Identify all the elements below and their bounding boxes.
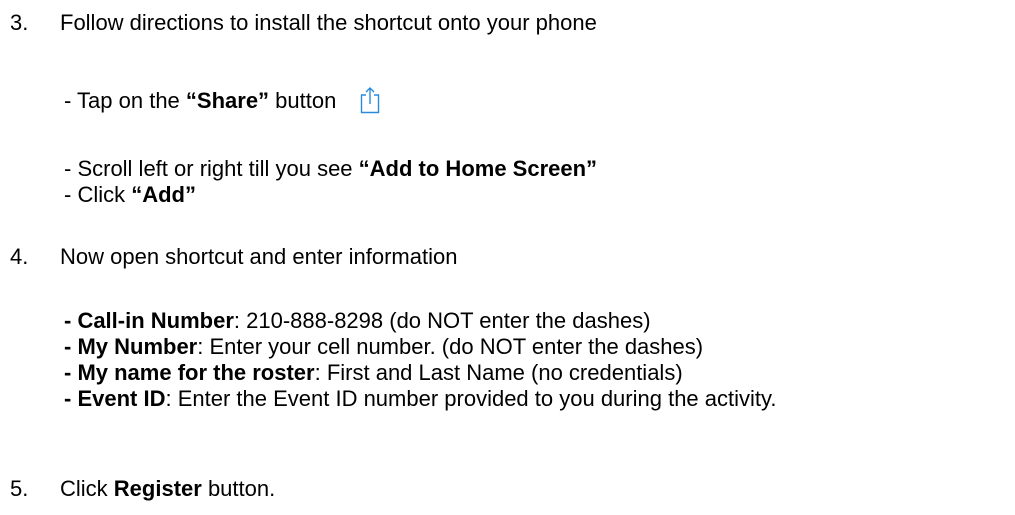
field-label: - Event ID [64, 386, 166, 411]
field-value: : 210-888-8298 (do NOT enter the dashes) [233, 308, 651, 333]
step-5-prefix: Click [60, 476, 114, 501]
click-add-prefix: - Click [64, 182, 132, 207]
step-3-number: 3. [10, 10, 29, 35]
share-instruction-suffix: button [269, 88, 337, 113]
share-icon [360, 86, 380, 114]
scroll-instruction-prefix: - Scroll left or right till you see [64, 156, 359, 181]
step-5-suffix: button. [201, 476, 276, 501]
register-label: Register [113, 476, 202, 501]
share-label: “Share” [185, 88, 270, 113]
field-value: : First and Last Name (no credentials) [314, 360, 683, 385]
step-4-text: Now open shortcut and enter information [60, 244, 458, 269]
add-to-home-screen-label: “Add to Home Screen” [358, 156, 598, 181]
field-label: - My name for the roster [64, 360, 315, 385]
step-3-text: Follow directions to install the shortcu… [60, 10, 597, 35]
field-value: : Enter the Event ID number provided to … [165, 386, 777, 411]
field-label: - Call-in Number [64, 308, 234, 333]
add-label: “Add” [131, 182, 196, 207]
step-5-number: 5. [10, 476, 29, 501]
share-instruction-prefix: - Tap on the [64, 88, 186, 113]
step-4-number: 4. [10, 244, 29, 269]
field-label: - My Number [64, 334, 198, 359]
document-page: { "step3": { "number": "3.", "text": "Fo… [0, 0, 1015, 515]
step-5-text: Click Register button. [60, 476, 275, 502]
field-value: : Enter your cell number. (do NOT enter … [197, 334, 704, 359]
